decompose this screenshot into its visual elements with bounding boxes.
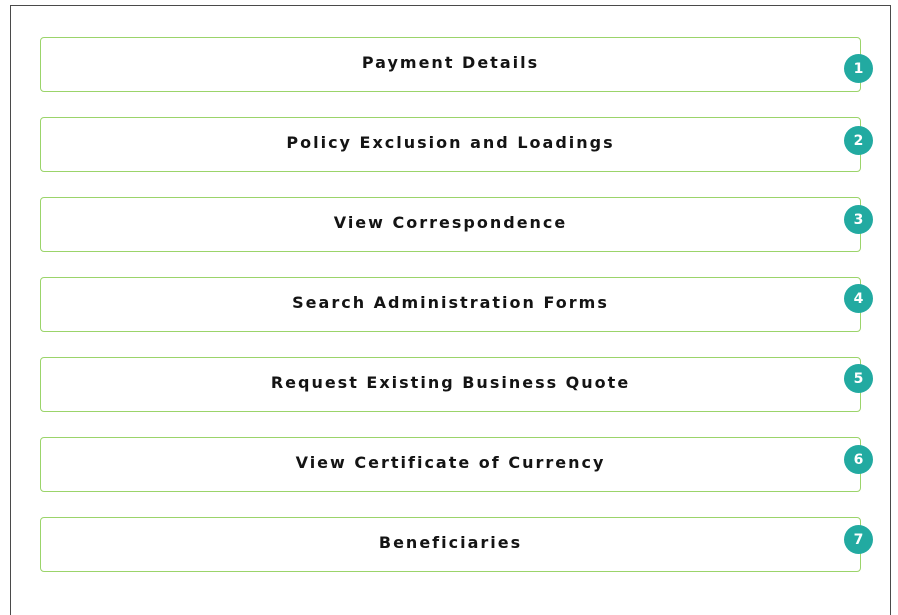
menu-item-label: View Correspondence (333, 213, 568, 232)
policy-exclusion-and-loadings-button[interactable]: Policy Exclusion and Loadings (40, 117, 861, 172)
view-correspondence-button[interactable]: View Correspondence (40, 197, 861, 252)
menu-item-label: Request Existing Business Quote (270, 373, 631, 392)
step-number-badge: 7 (844, 525, 873, 554)
menu-item-label: Payment Details (361, 53, 540, 72)
step-number-badge: 5 (844, 364, 873, 393)
menu-item-label: Policy Exclusion and Loadings (286, 133, 615, 152)
step-number-badge: 6 (844, 445, 873, 474)
step-number-badge: 4 (844, 284, 873, 313)
request-existing-business-quote-button[interactable]: Request Existing Business Quote (40, 357, 861, 412)
view-certificate-of-currency-button[interactable]: View Certificate of Currency (40, 437, 861, 492)
menu-list: Payment Details 1 Policy Exclusion and L… (0, 0, 898, 610)
step-number-badge: 1 (844, 54, 873, 83)
step-number-badge: 2 (844, 126, 873, 155)
payment-details-button[interactable]: Payment Details (40, 37, 861, 92)
menu-item-label: View Certificate of Currency (295, 453, 606, 472)
search-administration-forms-button[interactable]: Search Administration Forms (40, 277, 861, 332)
menu-item-label: Beneficiaries (378, 533, 523, 552)
menu-item-label: Search Administration Forms (292, 293, 609, 312)
step-number-badge: 3 (844, 205, 873, 234)
beneficiaries-button[interactable]: Beneficiaries (40, 517, 861, 572)
